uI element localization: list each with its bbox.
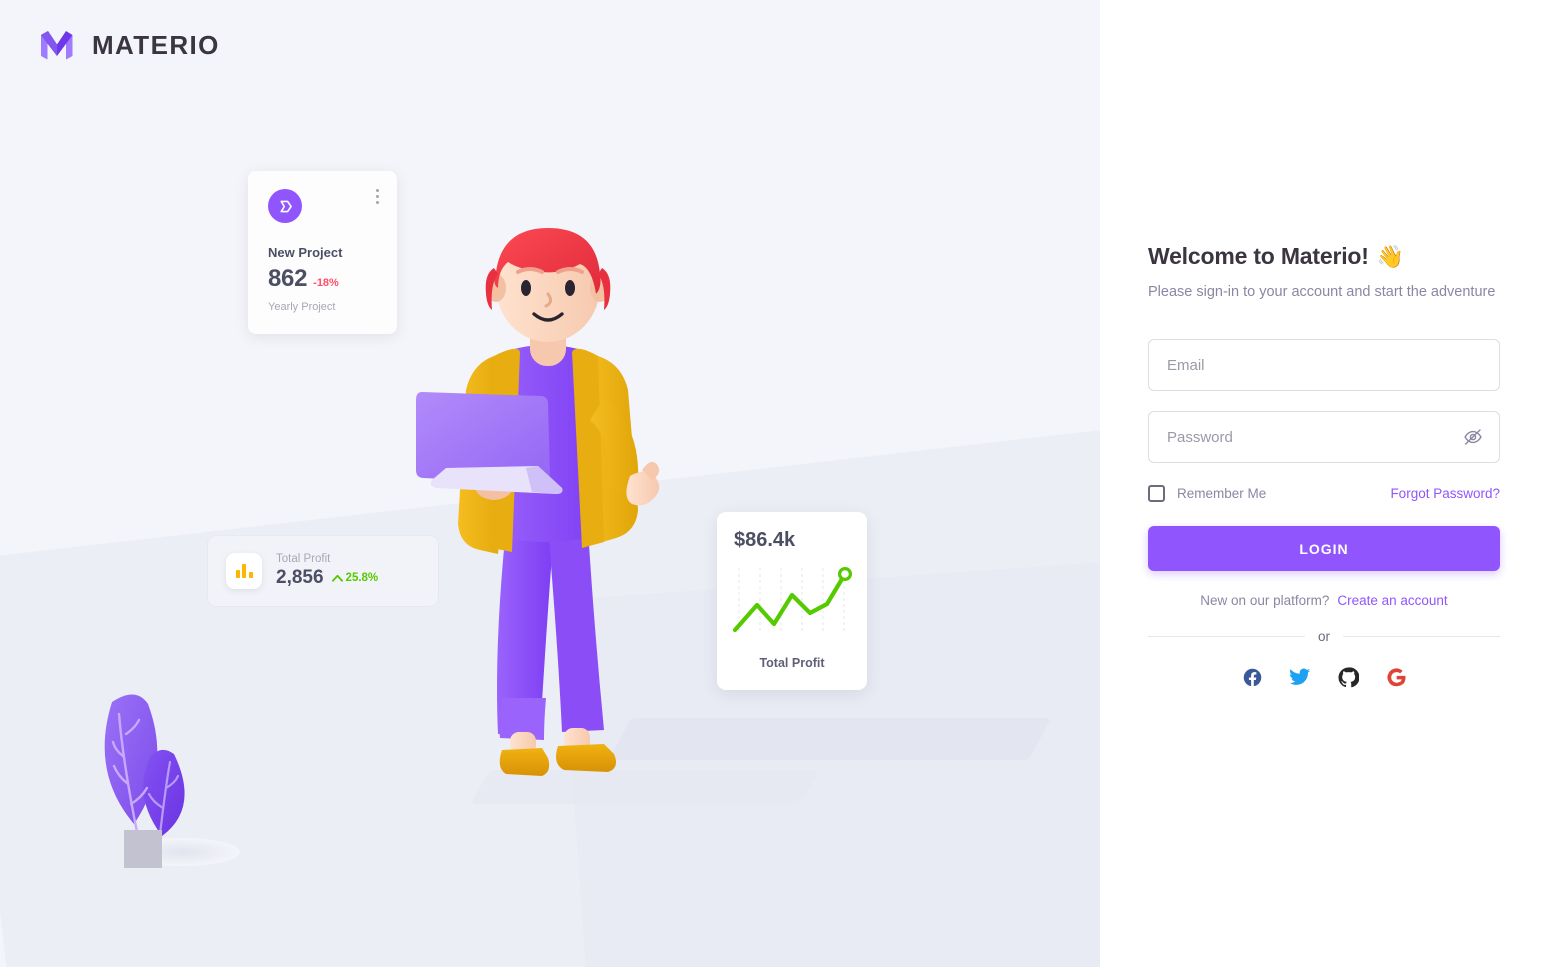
page-subtitle: Please sign-in to your account and start… xyxy=(1148,284,1496,300)
new-project-value: 862 xyxy=(268,265,308,292)
github-icon[interactable] xyxy=(1337,666,1359,688)
checkbox-box[interactable] xyxy=(1148,485,1165,502)
or-divider: or xyxy=(1148,629,1501,644)
total-profit-delta: 25.8% xyxy=(331,572,379,584)
divider-line-right xyxy=(1343,636,1501,637)
waving-hand-icon: 👋 xyxy=(1376,243,1404,269)
profit-line-chart xyxy=(732,567,852,634)
create-account-link[interactable]: Create an account xyxy=(1337,593,1447,608)
character-illustration xyxy=(398,228,698,793)
profit-chart-value: $86.4k xyxy=(734,529,796,551)
caret-up-icon xyxy=(331,574,343,582)
facebook-icon[interactable] xyxy=(1241,666,1263,688)
more-vertical-icon[interactable] xyxy=(376,189,379,204)
divider-label: or xyxy=(1318,629,1331,644)
total-profit-delta-text: 25.8% xyxy=(345,572,379,584)
new-project-title: New Project xyxy=(268,245,343,260)
chevron-badge-icon xyxy=(268,189,302,223)
email-input[interactable] xyxy=(1149,340,1499,390)
password-input[interactable] xyxy=(1149,412,1499,462)
materio-m-logo-icon xyxy=(41,31,73,60)
new-project-card: New Project 862 -18% Yearly Project xyxy=(248,171,397,334)
social-login-row xyxy=(1148,666,1500,688)
divider-line-left xyxy=(1148,636,1305,637)
twitter-icon[interactable] xyxy=(1289,666,1311,688)
login-button[interactable]: LOGIN xyxy=(1148,526,1500,571)
illustration-panel: MATERIO New Project 862 -18% Yearly Proj… xyxy=(0,0,1100,967)
profit-chart-card: $86.4k Total Profit xyxy=(717,512,867,690)
google-icon[interactable] xyxy=(1385,666,1407,688)
login-panel: Welcome to Materio! 👋 Please sign-in to … xyxy=(1100,0,1548,967)
brand-logo[interactable]: MATERIO xyxy=(38,26,220,64)
email-field-wrapper[interactable] xyxy=(1148,339,1500,391)
total-profit-value: 2,856 xyxy=(276,567,324,588)
remember-me-checkbox[interactable]: Remember Me xyxy=(1148,485,1266,502)
total-profit-label: Total Profit xyxy=(276,553,331,565)
total-profit-card: Total Profit 2,856 25.8% xyxy=(207,535,439,607)
forgot-password-link[interactable]: Forgot Password? xyxy=(1390,486,1500,501)
remember-row: Remember Me Forgot Password? xyxy=(1148,485,1500,502)
new-project-delta: -18% xyxy=(313,277,339,289)
profit-chart-label: Total Profit xyxy=(759,656,825,670)
bar-chart-icon xyxy=(226,553,262,589)
password-field-wrapper[interactable] xyxy=(1148,411,1500,463)
page-title: Welcome to Materio! 👋 xyxy=(1148,243,1500,270)
signup-row: New on our platform? Create an account xyxy=(1148,593,1500,608)
new-project-subtitle: Yearly Project xyxy=(268,301,336,313)
remember-me-label: Remember Me xyxy=(1177,486,1267,501)
brand-name: MATERIO xyxy=(92,29,220,60)
welcome-text: Welcome to Materio! xyxy=(1148,243,1369,269)
eye-off-icon[interactable] xyxy=(1461,425,1485,449)
signup-prompt: New on our platform? xyxy=(1200,593,1330,608)
plant-decoration xyxy=(82,692,272,887)
